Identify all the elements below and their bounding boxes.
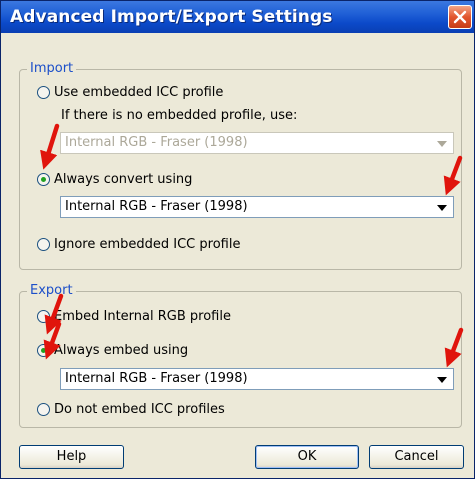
always-convert-radio-option[interactable]: Always convert using xyxy=(37,172,192,187)
dialog-window: Advanced Import/Export Settings Import U… xyxy=(0,0,475,479)
always-embed-radio[interactable] xyxy=(37,344,50,357)
use-embedded-radio[interactable] xyxy=(37,86,50,99)
window-title: Advanced Import/Export Settings xyxy=(10,7,333,27)
always-convert-radio[interactable] xyxy=(37,173,50,186)
import-legend: Import xyxy=(27,61,77,77)
ignore-embedded-radio[interactable] xyxy=(37,238,50,251)
close-icon xyxy=(453,10,467,24)
embed-profile-select[interactable]: Internal RGB - Fraser (1998) xyxy=(60,368,454,390)
ignore-embedded-label: Ignore embedded ICC profile xyxy=(54,237,241,252)
embed-internal-radio[interactable] xyxy=(37,310,50,323)
always-embed-radio-option[interactable]: Always embed using xyxy=(37,343,188,358)
always-embed-label: Always embed using xyxy=(54,343,189,358)
fallback-note: If there is no embedded profile, use: xyxy=(61,108,298,123)
ok-button[interactable]: OK xyxy=(255,445,359,469)
embed-internal-label: Embed Internal RGB profile xyxy=(54,309,231,324)
chevron-down-icon xyxy=(437,141,447,147)
export-legend: Export xyxy=(27,283,76,299)
use-embedded-radio-option[interactable]: Use embedded ICC profile xyxy=(37,85,223,100)
embed-internal-radio-option[interactable]: Embed Internal RGB profile xyxy=(37,309,231,324)
title-bar[interactable]: Advanced Import/Export Settings xyxy=(1,1,474,33)
chevron-down-icon[interactable] xyxy=(437,377,447,383)
use-embedded-label: Use embedded ICC profile xyxy=(54,85,224,100)
convert-profile-value: Internal RGB - Fraser (1998) xyxy=(65,199,248,214)
cancel-button[interactable]: Cancel xyxy=(369,445,464,469)
convert-profile-select[interactable]: Internal RGB - Fraser (1998) xyxy=(60,196,454,218)
close-button[interactable] xyxy=(448,5,472,29)
ignore-embedded-radio-option[interactable]: Ignore embedded ICC profile xyxy=(37,237,240,252)
help-button[interactable]: Help xyxy=(19,445,124,469)
always-convert-label: Always convert using xyxy=(54,172,193,187)
chevron-down-icon[interactable] xyxy=(437,205,447,211)
do-not-embed-label: Do not embed ICC profiles xyxy=(54,402,225,417)
do-not-embed-radio[interactable] xyxy=(37,403,50,416)
do-not-embed-radio-option[interactable]: Do not embed ICC profiles xyxy=(37,402,225,417)
fallback-profile-select: Internal RGB - Fraser (1998) xyxy=(60,132,454,154)
embed-profile-value: Internal RGB - Fraser (1998) xyxy=(65,371,248,386)
fallback-profile-value: Internal RGB - Fraser (1998) xyxy=(65,135,248,150)
